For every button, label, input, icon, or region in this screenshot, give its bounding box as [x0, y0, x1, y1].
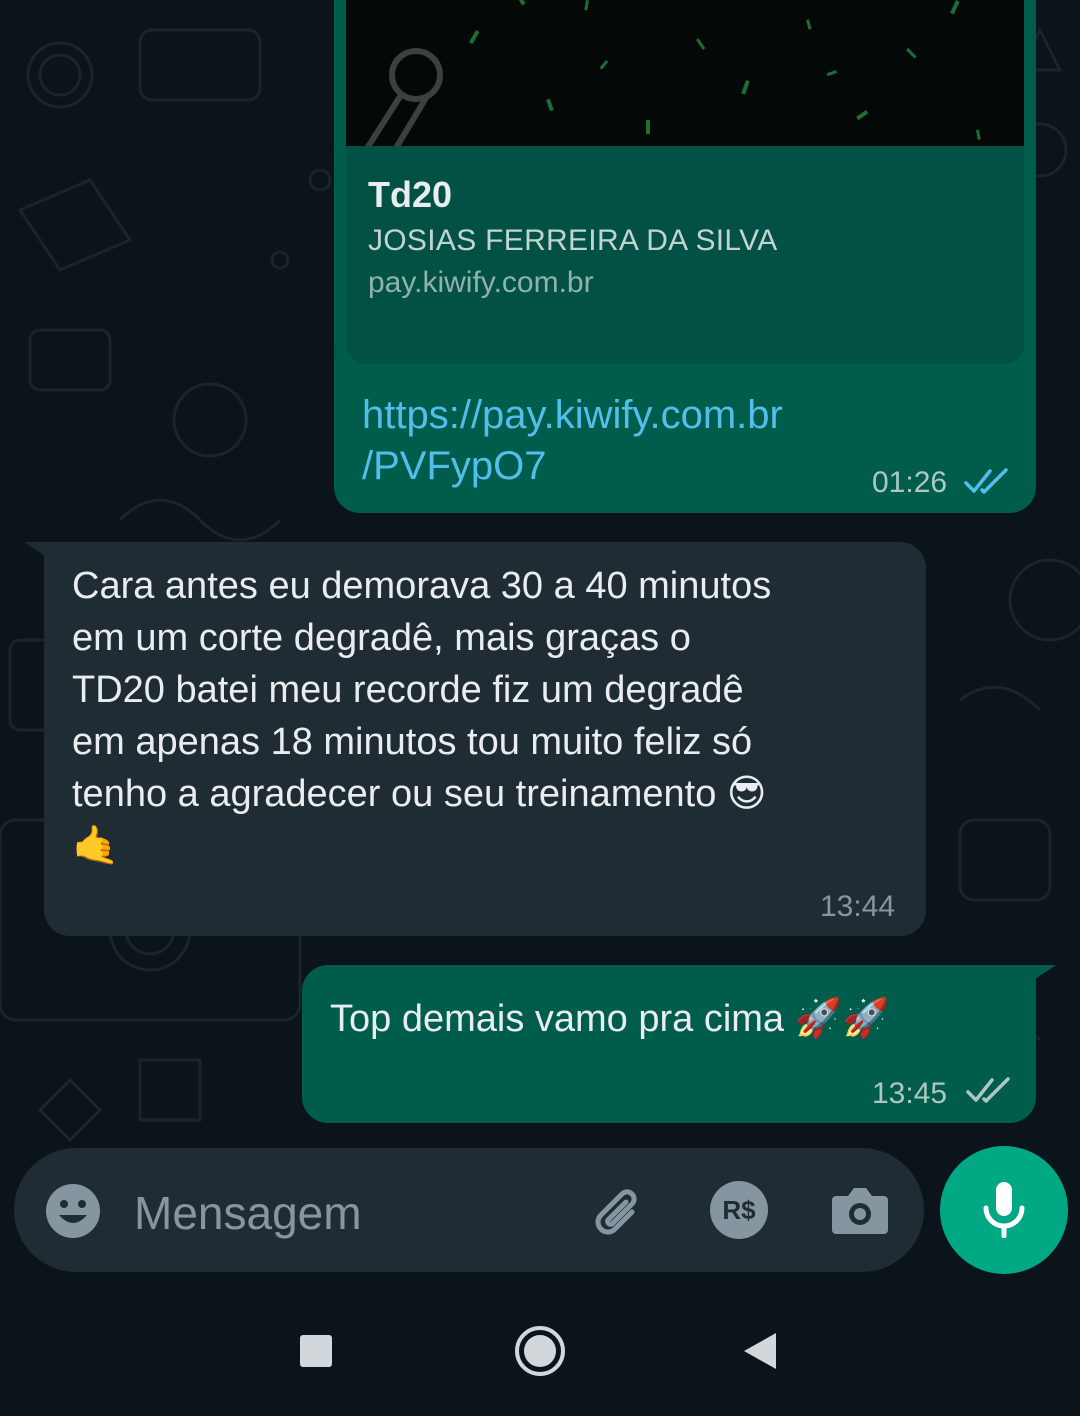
message-text: Cara antes eu demorava 30 a 40 minutos e…: [72, 565, 772, 867]
system-navigation-bar: [0, 1285, 1080, 1416]
preview-subtitle: JOSIAS FERREIRA DA SILVA: [368, 224, 778, 257]
message-time: 13:44: [820, 890, 896, 923]
message-input[interactable]: Mensagem: [134, 1186, 362, 1240]
payment-button[interactable]: R$: [710, 1181, 768, 1239]
message-time: 13:45: [872, 1077, 948, 1110]
link-preview-image[interactable]: [346, 0, 1024, 146]
message-composer[interactable]: Mensagem R$: [14, 1148, 924, 1272]
camera-icon[interactable]: [830, 1184, 890, 1238]
link-preview-card[interactable]: Td20 JOSIAS FERREIRA DA SILVA pay.kiwify…: [346, 146, 1024, 364]
outgoing-link-message[interactable]: Td20 JOSIAS FERREIRA DA SILVA pay.kiwify…: [334, 0, 1036, 513]
link-line-1[interactable]: https://pay.kiwify.com.br: [362, 390, 982, 441]
mic-button[interactable]: [940, 1146, 1068, 1274]
triangle-back-icon[interactable]: [744, 1333, 778, 1369]
message-text: Top demais vamo pra cima 🚀🚀: [330, 998, 890, 1040]
preview-title: Td20: [368, 174, 453, 215]
payment-label: R$: [722, 1195, 756, 1225]
preview-domain: pay.kiwify.com.br: [368, 266, 594, 299]
paperclip-icon[interactable]: [588, 1182, 648, 1242]
square-icon[interactable]: [300, 1335, 332, 1367]
circle-icon[interactable]: [514, 1325, 566, 1377]
preview-graphic: [346, 0, 1024, 146]
delivered-ticks-icon: [966, 1077, 1010, 1103]
emoji-icon[interactable]: [44, 1182, 102, 1240]
chat-background: Td20 JOSIAS FERREIRA DA SILVA pay.kiwify…: [0, 0, 1080, 1285]
message-time: 01:26: [872, 466, 948, 499]
microphone-icon: [983, 1182, 1025, 1238]
outgoing-message[interactable]: Top demais vamo pra cima 🚀🚀 13:45: [302, 965, 1036, 1123]
read-ticks-icon: [964, 468, 1008, 494]
incoming-message[interactable]: Cara antes eu demorava 30 a 40 minutos e…: [44, 542, 926, 936]
